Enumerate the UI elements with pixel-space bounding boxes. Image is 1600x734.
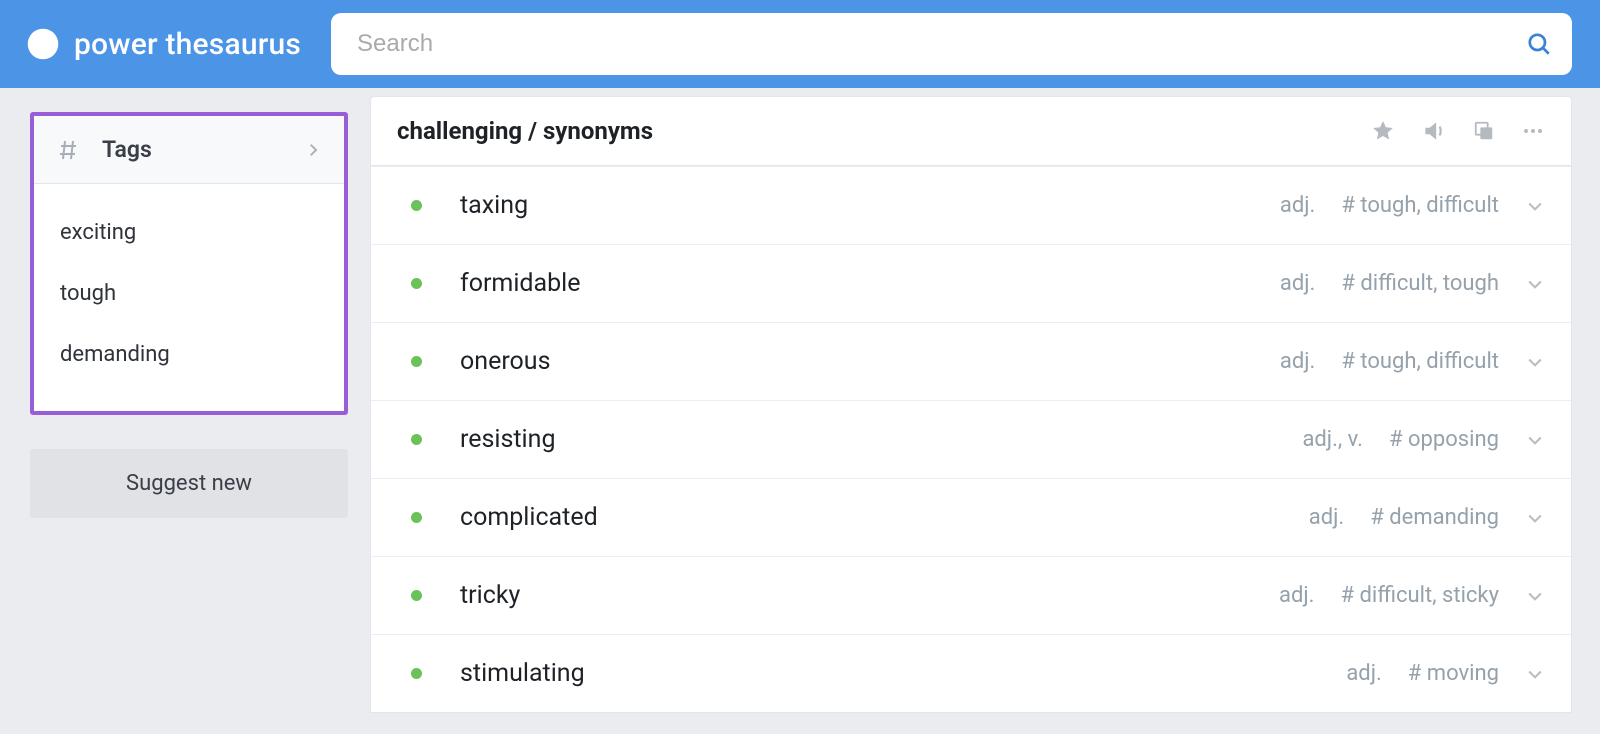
chevron-down-icon[interactable] bbox=[1525, 586, 1545, 606]
part-of-speech: adj. bbox=[1280, 271, 1315, 296]
tag-item[interactable]: exciting bbox=[34, 202, 344, 263]
part-of-speech: adj. bbox=[1280, 349, 1315, 374]
sound-icon[interactable] bbox=[1421, 118, 1447, 144]
brand-text: power thesaurus bbox=[74, 27, 301, 62]
row-meta: adj. # tough, difficult bbox=[1280, 193, 1545, 218]
chevron-down-icon[interactable] bbox=[1525, 274, 1545, 294]
suggest-new-button[interactable]: Suggest new bbox=[30, 449, 348, 518]
chevron-down-icon[interactable] bbox=[1525, 508, 1545, 528]
brand-icon bbox=[26, 27, 60, 61]
row-meta: adj. # difficult, tough bbox=[1280, 271, 1545, 296]
synonym-word: stimulating bbox=[460, 659, 585, 688]
synonym-word: onerous bbox=[460, 347, 551, 376]
status-dot-icon bbox=[411, 512, 422, 523]
part-of-speech: adj. bbox=[1346, 661, 1381, 686]
topbar: power thesaurus bbox=[0, 0, 1600, 88]
row-meta: adj. # demanding bbox=[1309, 505, 1545, 530]
synonym-row[interactable]: taxing adj. # tough, difficult bbox=[371, 166, 1571, 244]
main: challenging / synonyms taxin bbox=[370, 88, 1600, 713]
search-icon[interactable] bbox=[1526, 31, 1552, 57]
tag-item[interactable]: demanding bbox=[34, 324, 344, 385]
copy-icon[interactable] bbox=[1473, 120, 1495, 142]
tag-refs[interactable]: # difficult, sticky bbox=[1341, 583, 1500, 608]
synonym-word: complicated bbox=[460, 503, 598, 532]
synonym-row[interactable]: complicated adj. # demanding bbox=[371, 478, 1571, 556]
tags-title: Tags bbox=[102, 136, 304, 163]
tag-refs[interactable]: # tough, difficult bbox=[1341, 193, 1499, 218]
title-row: challenging / synonyms bbox=[370, 96, 1572, 166]
status-dot-icon bbox=[411, 278, 422, 289]
chevron-right-icon bbox=[304, 141, 322, 159]
synonym-word: tricky bbox=[460, 581, 520, 610]
synonym-word: formidable bbox=[460, 269, 581, 298]
status-dot-icon bbox=[411, 200, 422, 211]
synonym-word: resisting bbox=[460, 425, 555, 454]
search-wrap bbox=[331, 13, 1572, 75]
part-of-speech: adj. bbox=[1279, 583, 1314, 608]
status-dot-icon bbox=[411, 590, 422, 601]
synonym-row[interactable]: formidable adj. # difficult, tough bbox=[371, 244, 1571, 322]
more-icon[interactable] bbox=[1521, 119, 1545, 143]
row-meta: adj. # moving bbox=[1346, 661, 1545, 686]
search-input[interactable] bbox=[331, 13, 1572, 75]
tags-list: exciting tough demanding bbox=[34, 184, 344, 411]
synonym-row[interactable]: stimulating adj. # moving bbox=[371, 634, 1571, 712]
row-meta: adj. # difficult, sticky bbox=[1279, 583, 1545, 608]
synonym-row[interactable]: resisting adj., v. # opposing bbox=[371, 400, 1571, 478]
tags-card: Tags exciting tough demanding bbox=[30, 112, 348, 415]
tag-refs[interactable]: # demanding bbox=[1370, 505, 1499, 530]
status-dot-icon bbox=[411, 434, 422, 445]
synonym-list: taxing adj. # tough, difficult formidabl… bbox=[370, 166, 1572, 713]
part-of-speech: adj. bbox=[1280, 193, 1315, 218]
chevron-down-icon[interactable] bbox=[1525, 664, 1545, 684]
tag-item[interactable]: tough bbox=[34, 263, 344, 324]
chevron-down-icon[interactable] bbox=[1525, 196, 1545, 216]
star-icon[interactable] bbox=[1371, 119, 1395, 143]
status-dot-icon bbox=[411, 668, 422, 679]
page-title: challenging / synonyms bbox=[397, 117, 653, 145]
title-actions bbox=[1371, 118, 1545, 144]
synonym-row[interactable]: tricky adj. # difficult, sticky bbox=[371, 556, 1571, 634]
row-meta: adj., v. # opposing bbox=[1302, 427, 1545, 452]
part-of-speech: adj. bbox=[1309, 505, 1344, 530]
chevron-down-icon[interactable] bbox=[1525, 430, 1545, 450]
synonym-row[interactable]: onerous adj. # tough, difficult bbox=[371, 322, 1571, 400]
synonym-word: taxing bbox=[460, 191, 528, 220]
sidebar: Tags exciting tough demanding Suggest ne… bbox=[0, 88, 348, 713]
hash-icon bbox=[56, 138, 80, 162]
tag-refs[interactable]: # difficult, tough bbox=[1341, 271, 1499, 296]
row-meta: adj. # tough, difficult bbox=[1280, 349, 1545, 374]
tag-refs[interactable]: # tough, difficult bbox=[1341, 349, 1499, 374]
tag-refs[interactable]: # opposing bbox=[1389, 427, 1499, 452]
tag-refs[interactable]: # moving bbox=[1408, 661, 1499, 686]
logo[interactable]: power thesaurus bbox=[26, 27, 301, 62]
tags-header[interactable]: Tags bbox=[34, 116, 344, 184]
status-dot-icon bbox=[411, 356, 422, 367]
chevron-down-icon[interactable] bbox=[1525, 352, 1545, 372]
part-of-speech: adj., v. bbox=[1302, 427, 1363, 452]
